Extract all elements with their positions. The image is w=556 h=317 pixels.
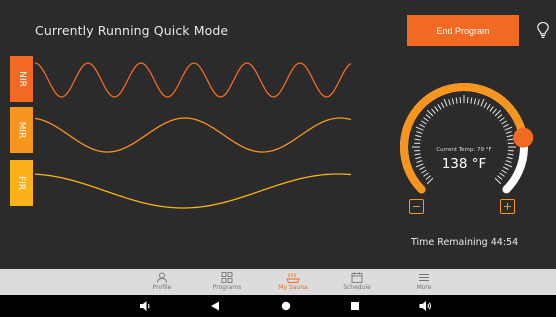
increase-temp-button[interactable] — [500, 199, 515, 214]
dial-tick — [455, 97, 458, 104]
nav-item-more[interactable]: More — [394, 269, 454, 295]
bottom-navigation: Profile Programs My Sauna Schedule More — [0, 269, 556, 295]
dial-tick — [507, 138, 514, 141]
dial-tick — [470, 97, 473, 104]
nav-label-schedule: Schedule — [343, 284, 371, 291]
nav-label-my-sauna: My Sauna — [278, 284, 308, 291]
tab-mir-label: MIR — [16, 121, 27, 139]
back-icon[interactable] — [208, 299, 222, 313]
end-program-button[interactable]: End Program — [407, 15, 519, 46]
tab-mir[interactable]: MIR — [10, 107, 33, 153]
dial-tick — [431, 108, 436, 114]
tab-fir[interactable]: FIR — [10, 160, 33, 206]
dial-tick — [501, 120, 507, 125]
nav-label-profile: Profile — [152, 284, 172, 291]
dial-tick — [483, 102, 488, 109]
dial-tick — [473, 98, 477, 105]
nav-item-programs[interactable]: Programs — [197, 269, 257, 295]
dial-tick — [504, 126, 513, 131]
dial-tick — [425, 175, 431, 180]
tab-nir-label: NIR — [16, 71, 27, 87]
current-temp-label: Current Temp: 79 °F — [436, 147, 492, 153]
dial-tick — [489, 106, 494, 112]
dial-tick — [448, 99, 451, 106]
nav-label-more: More — [416, 284, 432, 291]
system-navigation-bar — [0, 295, 556, 317]
dial-tick — [499, 172, 505, 177]
wave-display — [34, 62, 352, 209]
dial-tick — [451, 98, 455, 105]
dial-tick — [477, 99, 480, 106]
time-remaining: Time Remaining 44:54 — [411, 237, 519, 248]
dial-tick — [426, 109, 434, 117]
lightbulb-icon[interactable] — [536, 21, 550, 39]
decrease-temp-button[interactable] — [409, 199, 424, 214]
dial-tick — [437, 104, 442, 110]
dial-tick — [414, 153, 421, 156]
dial-tick — [486, 104, 491, 110]
nav-item-schedule[interactable]: Schedule — [327, 269, 387, 295]
nav-label-programs: Programs — [212, 284, 242, 291]
recents-icon[interactable] — [348, 299, 362, 313]
dial-tick — [505, 131, 512, 134]
dial-tick — [506, 134, 513, 138]
menu-icon — [419, 274, 429, 281]
dial-tick — [421, 120, 427, 125]
dial-tick — [416, 131, 423, 134]
dial-tick — [440, 102, 445, 109]
dial-tick — [480, 98, 485, 107]
calendar-icon — [351, 272, 363, 283]
dial-tick — [443, 98, 448, 107]
main-panel: Currently Running Quick Mode End Program… — [0, 0, 556, 269]
dial-tick — [415, 134, 422, 138]
dial-tick — [434, 106, 439, 112]
dial-tick — [419, 123, 426, 128]
volume-down-icon[interactable] — [138, 299, 152, 313]
mir-wave — [34, 117, 352, 153]
dial-tick — [426, 177, 434, 185]
dial-tick — [497, 114, 503, 119]
nav-item-profile[interactable]: Profile — [132, 269, 192, 295]
fir-wave — [34, 173, 352, 209]
dial-tick — [502, 123, 509, 128]
tab-nir[interactable]: NIR — [10, 56, 33, 102]
target-temp-value: 138 °F — [441, 156, 487, 172]
dial-tick — [415, 126, 424, 131]
dial-tick — [423, 117, 429, 122]
tab-fir-label: FIR — [16, 175, 27, 191]
dial-tick — [497, 175, 503, 180]
grid-icon — [221, 272, 233, 283]
dial-tick — [499, 117, 505, 122]
page-title: Currently Running Quick Mode — [35, 23, 229, 38]
dial-tick — [494, 177, 502, 185]
dial-tick — [507, 153, 514, 156]
nir-wave — [34, 62, 352, 98]
app: Currently Running Quick Mode End Program… — [0, 0, 556, 317]
dial-tick — [423, 172, 429, 177]
nav-item-my-sauna[interactable]: My Sauna — [263, 269, 323, 295]
home-icon[interactable] — [279, 299, 293, 313]
dial-knob[interactable] — [513, 127, 534, 148]
dial-tick — [425, 114, 431, 119]
sauna-icon — [286, 272, 300, 283]
volume-up-icon[interactable] — [418, 299, 432, 313]
dial-tick — [492, 108, 497, 114]
dial-tick — [414, 138, 421, 141]
person-icon — [157, 272, 167, 283]
dial-tick — [494, 109, 502, 117]
